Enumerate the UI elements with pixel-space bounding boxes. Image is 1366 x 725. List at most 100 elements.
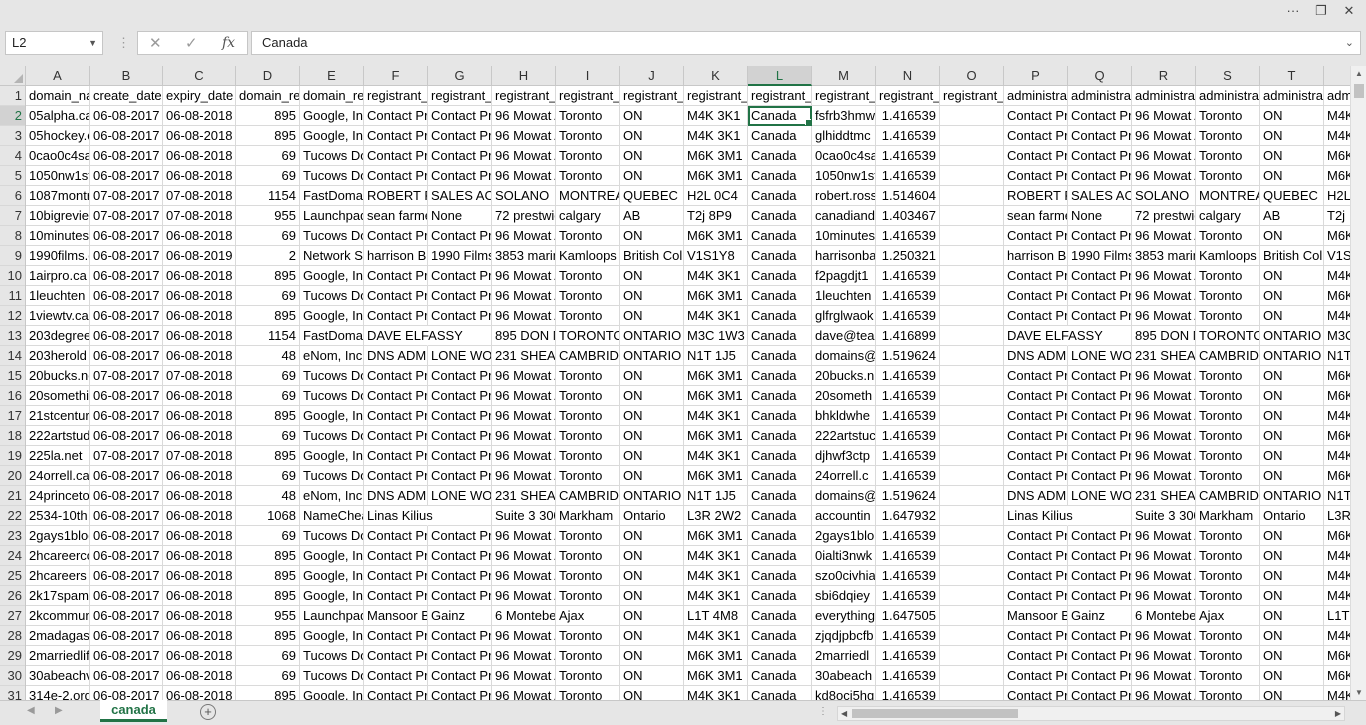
cell-n28[interactable]: 1.416539 (876, 626, 940, 646)
cell-i10[interactable]: Toronto (556, 266, 620, 286)
cell-d1[interactable]: domain_registrar_id (236, 86, 300, 106)
cell-j19[interactable]: ON (620, 446, 684, 466)
cell-k16[interactable]: M6K 3M1 (684, 386, 748, 406)
cell-l14[interactable]: Canada (748, 346, 812, 366)
cell-m16[interactable]: 20someth (812, 386, 876, 406)
cell-d22[interactable]: 1068 (236, 506, 300, 526)
column-header-k[interactable]: K (684, 66, 748, 85)
cell-n27[interactable]: 1.647505 (876, 606, 940, 626)
cell-h9[interactable]: 3853 marine (492, 246, 556, 266)
row-header[interactable]: 10 (0, 266, 25, 286)
cell-t8[interactable]: ON (1260, 226, 1324, 246)
cell-n24[interactable]: 1.416539 (876, 546, 940, 566)
cell-a26[interactable]: 2k17spam (26, 586, 90, 606)
cell-k23[interactable]: M6K 3M1 (684, 526, 748, 546)
cell-i23[interactable]: Toronto (556, 526, 620, 546)
cell-m30[interactable]: 30abeach (812, 666, 876, 686)
cell-m14[interactable]: domains@ (812, 346, 876, 366)
cell-h12[interactable]: 96 Mowat Ave (492, 306, 556, 326)
cell-i27[interactable]: Ajax (556, 606, 620, 626)
cell-i12[interactable]: Toronto (556, 306, 620, 326)
cell-d19[interactable]: 895 (236, 446, 300, 466)
cell-i30[interactable]: Toronto (556, 666, 620, 686)
cell-e6[interactable]: FastDomain (300, 186, 364, 206)
vertical-scrollbar[interactable]: ▲ ▼ (1350, 66, 1366, 700)
cell-h24[interactable]: 96 Mowat Ave (492, 546, 556, 566)
cell-k31[interactable]: M4K 3K1 (684, 686, 748, 700)
cell-s31[interactable]: Toronto (1196, 686, 1260, 700)
cell-r4[interactable]: 96 Mowat Ave (1132, 146, 1196, 166)
row-header[interactable]: 4 (0, 146, 25, 166)
cell-g16[interactable]: Contact Privacy (428, 386, 492, 406)
cell-p31[interactable]: Contact Privacy (1004, 686, 1068, 700)
cell-r21[interactable]: 231 SHEARSON (1132, 486, 1196, 506)
cell-a8[interactable]: 10minutes (26, 226, 90, 246)
horizontal-scroll-thumb[interactable] (852, 709, 1018, 718)
cell-j6[interactable]: QUEBEC (620, 186, 684, 206)
cell-i18[interactable]: Toronto (556, 426, 620, 446)
cell-k27[interactable]: L1T 4M8 (684, 606, 748, 626)
cell-a19[interactable]: 225la.net (26, 446, 90, 466)
cell-e27[interactable]: Launchpad (300, 606, 364, 626)
cell-o7[interactable] (940, 206, 1004, 226)
cell-f1[interactable]: registrant_name (364, 86, 428, 106)
cell-t18[interactable]: ON (1260, 426, 1324, 446)
cell-b27[interactable]: 06-08-2017 (90, 606, 163, 626)
cell-q26[interactable]: Contact Privacy (1068, 586, 1132, 606)
cell-h17[interactable]: 96 Mowat Ave (492, 406, 556, 426)
cell-k21[interactable]: N1T 1J5 (684, 486, 748, 506)
cell-u29[interactable]: M6K (1324, 646, 1350, 666)
cell-n15[interactable]: 1.416539 (876, 366, 940, 386)
cell-u1[interactable]: administrative_zip (1324, 86, 1350, 106)
cell-f25[interactable]: Contact Privacy (364, 566, 428, 586)
cell-e15[interactable]: Tucows Domains (300, 366, 364, 386)
cell-c16[interactable]: 06-08-2018 (163, 386, 236, 406)
cell-t22[interactable]: Ontario (1260, 506, 1324, 526)
cell-t26[interactable]: ON (1260, 586, 1324, 606)
cell-g21[interactable]: LONE WOLF (428, 486, 492, 506)
cell-s5[interactable]: Toronto (1196, 166, 1260, 186)
row-header[interactable]: 24 (0, 546, 25, 566)
cell-b5[interactable]: 06-08-2017 (90, 166, 163, 186)
cell-b19[interactable]: 07-08-2017 (90, 446, 163, 466)
cell-n10[interactable]: 1.416539 (876, 266, 940, 286)
cell-s11[interactable]: Toronto (1196, 286, 1260, 306)
cell-e1[interactable]: domain_registrar_name (300, 86, 364, 106)
row-header[interactable]: 21 (0, 486, 25, 506)
cell-d4[interactable]: 69 (236, 146, 300, 166)
cell-u7[interactable]: T2j (1324, 206, 1350, 226)
cell-p2[interactable]: Contact Privacy (1004, 106, 1068, 126)
cell-o11[interactable] (940, 286, 1004, 306)
cell-f10[interactable]: Contact Privacy (364, 266, 428, 286)
cell-p19[interactable]: Contact Privacy (1004, 446, 1068, 466)
cell-i29[interactable]: Toronto (556, 646, 620, 666)
cell-b6[interactable]: 07-08-2017 (90, 186, 163, 206)
cell-r1[interactable]: administrative_address (1132, 86, 1196, 106)
row-header[interactable]: 26 (0, 586, 25, 606)
cell-u19[interactable]: M4K (1324, 446, 1350, 466)
cell-r20[interactable]: 96 Mowat Ave (1132, 466, 1196, 486)
cell-h7[interactable]: 72 prestwick (492, 206, 556, 226)
cell-b24[interactable]: 06-08-2017 (90, 546, 163, 566)
cell-f21[interactable]: DNS ADMIN (364, 486, 428, 506)
cell-s26[interactable]: Toronto (1196, 586, 1260, 606)
cell-h1[interactable]: registrant_address (492, 86, 556, 106)
cell-o2[interactable] (940, 106, 1004, 126)
cell-u14[interactable]: N1T (1324, 346, 1350, 366)
cell-r5[interactable]: 96 Mowat Ave (1132, 166, 1196, 186)
cell-m23[interactable]: 2gays1blo (812, 526, 876, 546)
cell-k3[interactable]: M4K 3K1 (684, 126, 748, 146)
cell-h5[interactable]: 96 Mowat Ave (492, 166, 556, 186)
cell-p11[interactable]: Contact Privacy (1004, 286, 1068, 306)
cell-i7[interactable]: calgary (556, 206, 620, 226)
cell-d13[interactable]: 1154 (236, 326, 300, 346)
cell-l27[interactable]: Canada (748, 606, 812, 626)
cell-l19[interactable]: Canada (748, 446, 812, 466)
cell-m7[interactable]: canadiand (812, 206, 876, 226)
cell-d25[interactable]: 895 (236, 566, 300, 586)
cell-n9[interactable]: 1.250321 (876, 246, 940, 266)
cell-k17[interactable]: M4K 3K1 (684, 406, 748, 426)
cell-u5[interactable]: M6K (1324, 166, 1350, 186)
cell-b20[interactable]: 06-08-2017 (90, 466, 163, 486)
cell-u13[interactable]: M3C (1324, 326, 1350, 346)
